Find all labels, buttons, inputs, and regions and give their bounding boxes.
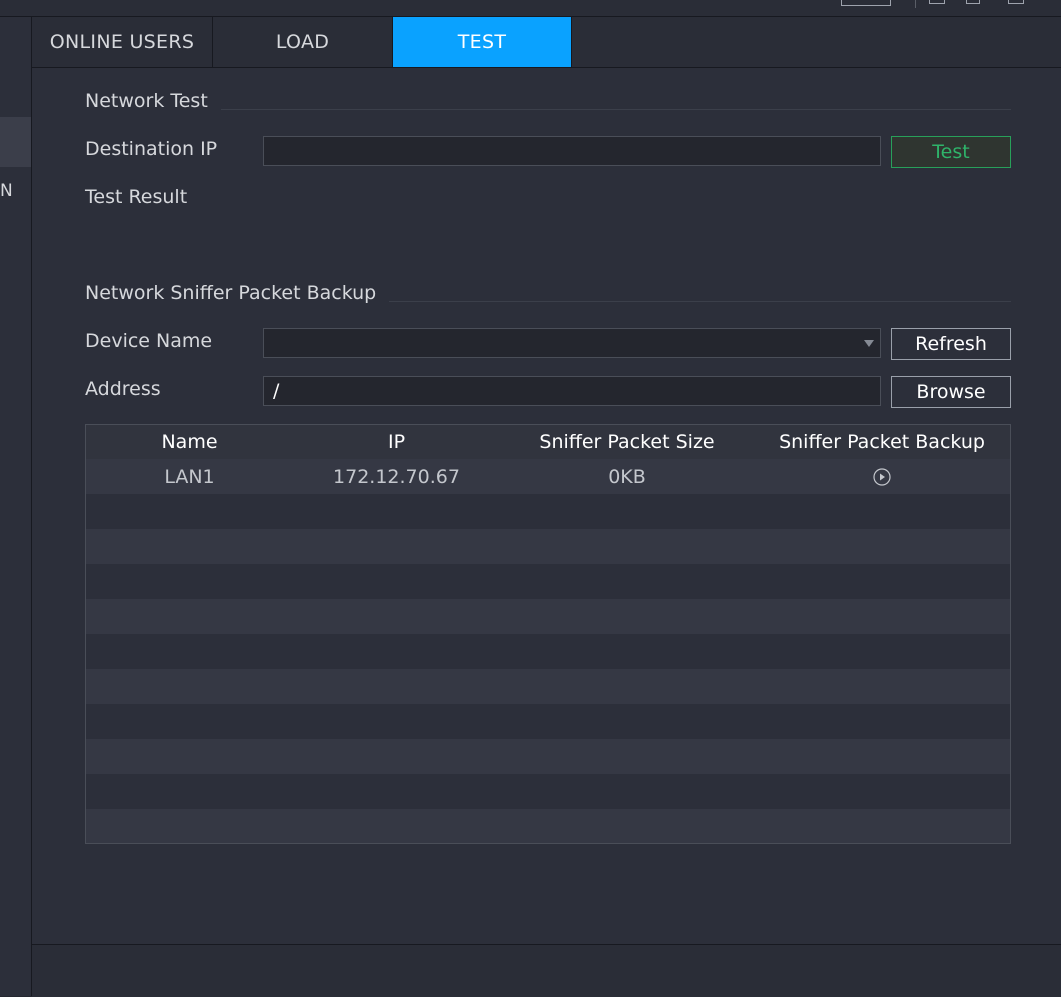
table-row-empty (86, 739, 1010, 774)
table-row-empty (86, 704, 1010, 739)
column-header-ip: IP (387, 431, 406, 453)
browse-button[interactable]: Browse (891, 376, 1011, 408)
grid-icon[interactable] (1008, 0, 1024, 4)
left-nav-item-label[interactable]: N (0, 181, 13, 201)
refresh-button[interactable]: Refresh (891, 328, 1011, 360)
table-row-empty (86, 634, 1010, 669)
section-divider (221, 109, 1011, 110)
top-bar (0, 0, 1061, 17)
sniffer-title: Network Sniffer Packet Backup (85, 282, 377, 304)
test-result-label: Test Result (85, 186, 188, 208)
cell-backup (760, 459, 1004, 494)
column-header-size: Sniffer Packet Size (539, 431, 715, 453)
device-name-label: Device Name (85, 330, 213, 352)
column-header-backup: Sniffer Packet Backup (779, 431, 985, 453)
table-row-empty (86, 564, 1010, 599)
chevron-down-icon (864, 340, 874, 347)
section-divider (389, 301, 1011, 302)
table-row-empty (86, 494, 1010, 529)
destination-ip-input[interactable] (263, 136, 881, 166)
address-label: Address (85, 378, 161, 400)
tab-load[interactable]: LOAD (213, 17, 393, 67)
table-header: Name IP Sniffer Packet Size Sniffer Pack… (86, 425, 1010, 459)
cell-name: LAN1 (164, 465, 215, 488)
network-test-title: Network Test (85, 90, 208, 112)
user-icon[interactable] (929, 0, 945, 4)
device-name-dropdown[interactable] (263, 328, 881, 358)
column-header-name: Name (161, 431, 218, 453)
destination-ip-label: Destination IP (85, 138, 218, 160)
window-icon[interactable] (966, 0, 980, 4)
cell-size: 0KB (608, 465, 646, 488)
sniffer-table: Name IP Sniffer Packet Size Sniffer Pack… (85, 424, 1011, 844)
top-bar-field-fragment[interactable] (841, 0, 891, 6)
tab-test[interactable]: TEST (393, 17, 572, 67)
top-bar-divider (915, 0, 916, 8)
test-button[interactable]: Test (891, 136, 1011, 168)
tab-bar: ONLINE USERS LOAD TEST (32, 17, 1061, 67)
table-row-empty (86, 774, 1010, 809)
play-circle-icon[interactable] (873, 467, 891, 486)
table-row[interactable]: LAN1 172.12.70.67 0KB (86, 459, 1010, 494)
left-nav: N (0, 17, 32, 996)
cell-ip: 172.12.70.67 (333, 465, 460, 488)
address-input[interactable]: / (263, 376, 881, 406)
table-row-empty (86, 669, 1010, 704)
table-row-empty (86, 599, 1010, 634)
table-row-empty (86, 529, 1010, 564)
left-nav-active-item[interactable] (0, 117, 31, 167)
table-row-empty (86, 809, 1010, 843)
tab-online-users[interactable]: ONLINE USERS (32, 17, 213, 67)
bottom-bar (32, 944, 1061, 997)
